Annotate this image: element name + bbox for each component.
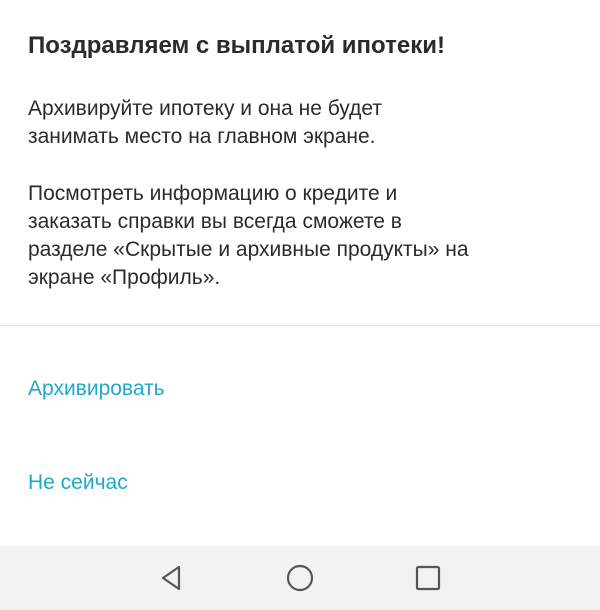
paragraph-line: разделе «Скрытые и архивные продукты» на	[28, 238, 469, 261]
paragraph-line: занимать место на главном экране.	[28, 125, 376, 148]
system-navigation-bar	[0, 546, 600, 610]
recent-apps-icon[interactable]	[410, 560, 446, 596]
not-now-button[interactable]: Не сейчас	[28, 469, 128, 497]
dialog-title: Поздравляем с выплатой ипотеки!	[28, 32, 445, 59]
paragraph-line: Архивируйте ипотеку и она не будет	[28, 97, 382, 120]
dialog-paragraph-archive-info: Архивируйте ипотеку и она не будет заним…	[28, 95, 588, 151]
home-icon[interactable]	[282, 560, 318, 596]
archive-button[interactable]: Архивировать	[28, 375, 165, 403]
paragraph-line: заказать справки вы всегда сможете в	[28, 210, 402, 233]
paragraph-line: Посмотреть информацию о кредите и	[28, 182, 398, 205]
dialog-paragraph-profile-info: Посмотреть информацию о кредите и заказа…	[28, 180, 588, 292]
back-icon[interactable]	[154, 560, 190, 596]
paragraph-line: экране «Профиль».	[28, 266, 221, 289]
divider	[0, 325, 600, 326]
dialog: Поздравляем с выплатой ипотеки! Архивиру…	[0, 0, 600, 546]
